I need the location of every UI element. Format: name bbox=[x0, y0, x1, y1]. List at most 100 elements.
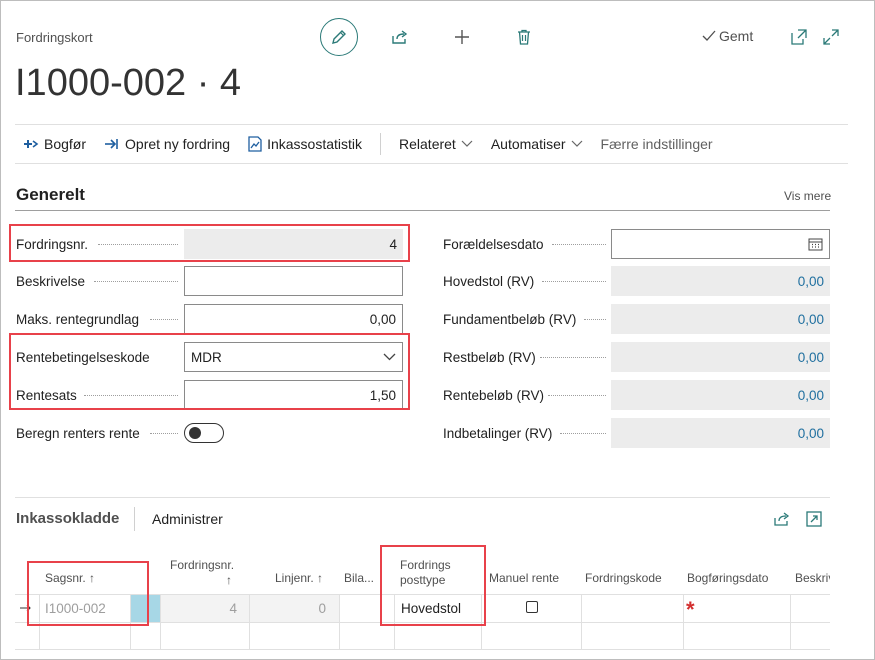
payments-value[interactable]: 0,00 bbox=[611, 418, 830, 448]
limitation-date-row: Forældelsesdato bbox=[443, 229, 544, 259]
edit-button[interactable] bbox=[320, 18, 358, 56]
statistics-icon bbox=[248, 136, 262, 152]
required-marker: * bbox=[686, 597, 695, 622]
arrow-in-icon bbox=[105, 139, 118, 149]
max-interest-base-label: Maks. rentegrundlag bbox=[16, 311, 140, 327]
col-voucher[interactable]: Bila... bbox=[344, 571, 374, 586]
share-icon[interactable] bbox=[773, 510, 791, 528]
fundament-amount-row: Fundamentbeløb (RV) bbox=[443, 304, 576, 334]
delete-button[interactable] bbox=[513, 26, 535, 48]
manual-interest-checkbox[interactable] bbox=[526, 601, 538, 613]
grid-col-line bbox=[481, 594, 482, 650]
new-button[interactable] bbox=[451, 26, 473, 48]
chevron-down-icon bbox=[571, 140, 582, 147]
leader-dots bbox=[84, 395, 178, 396]
limitation-date-input[interactable] bbox=[611, 229, 830, 259]
interest-terms-select[interactable]: MDR bbox=[184, 342, 403, 372]
col-manual-interest[interactable]: Manuel rente bbox=[489, 571, 559, 586]
remaining-amount-label: Restbeløb (RV) bbox=[443, 349, 536, 365]
cell-entry-type[interactable]: Hovedstol bbox=[401, 594, 461, 622]
leader-dots bbox=[552, 244, 606, 245]
subpage-header-divider bbox=[134, 507, 135, 531]
col-claim-no[interactable]: Fordringsnr. bbox=[170, 558, 234, 573]
leader-dots bbox=[150, 433, 178, 434]
statistics-label: Inkassostatistik bbox=[267, 136, 363, 152]
open-new-window-icon[interactable] bbox=[790, 28, 808, 46]
share-button[interactable] bbox=[389, 26, 411, 48]
toolbar-divider bbox=[380, 133, 382, 155]
payments-label: Indbetalinger (RV) bbox=[443, 425, 553, 441]
max-interest-base-row: Maks. rentegrundlag bbox=[16, 304, 139, 334]
leader-dots bbox=[560, 433, 606, 434]
post-label: Bogfør bbox=[44, 136, 87, 152]
related-label: Relateret bbox=[399, 136, 456, 152]
principal-row: Hovedstol (RV) bbox=[443, 266, 534, 296]
page-caption: Fordringskort bbox=[16, 30, 93, 45]
journal-grid: Sagsnr. ↑ Fordringsnr. ↑ Linjenr. ↑ Bila… bbox=[15, 545, 830, 650]
grid-col-line bbox=[394, 594, 395, 650]
cell-case-no[interactable]: I1000-002 bbox=[45, 594, 106, 622]
compound-interest-label: Beregn renters rente bbox=[16, 425, 140, 441]
interest-amount-value[interactable]: 0,00 bbox=[611, 380, 830, 410]
new-claim-action[interactable]: Opret ny fordring bbox=[104, 136, 230, 152]
col-entry-type-line1[interactable]: Fordrings bbox=[400, 558, 451, 573]
related-menu[interactable]: Relateret bbox=[399, 136, 473, 152]
payments-row: Indbetalinger (RV) bbox=[443, 418, 552, 448]
claim-no-label: Fordringsnr. bbox=[16, 236, 89, 252]
current-row-arrow-icon bbox=[20, 604, 31, 612]
col-claim-no-sort-arrow: ↑ bbox=[226, 573, 232, 587]
grid-col-line bbox=[339, 594, 340, 650]
claim-no-row: Fordringsnr. bbox=[16, 229, 88, 259]
claim-no-field: 4 bbox=[184, 229, 403, 259]
max-interest-base-input[interactable]: 0,00 bbox=[184, 304, 403, 334]
subpage-divider bbox=[15, 497, 830, 498]
principal-value[interactable]: 0,00 bbox=[611, 266, 830, 296]
interest-rate-label: Rentesats bbox=[16, 387, 77, 403]
col-description[interactable]: Beskriv bbox=[795, 571, 830, 586]
show-more-link[interactable]: Vis mere bbox=[784, 189, 831, 203]
manage-menu[interactable]: Administrer bbox=[152, 511, 223, 527]
fewer-options-label: Færre indstillinger bbox=[600, 136, 713, 152]
top-actions bbox=[320, 18, 535, 56]
saved-status: Gemt bbox=[702, 28, 753, 44]
share-icon bbox=[392, 30, 408, 44]
col-entry-type-line2: posttype bbox=[400, 573, 446, 587]
calendar-icon[interactable] bbox=[808, 237, 823, 251]
grid-row-line bbox=[15, 649, 830, 650]
saved-label: Gemt bbox=[719, 28, 754, 44]
post-icon bbox=[24, 140, 39, 148]
interest-terms-value: MDR bbox=[191, 349, 222, 365]
description-input[interactable] bbox=[184, 266, 403, 296]
remaining-amount-value[interactable]: 0,00 bbox=[611, 342, 830, 372]
statistics-action[interactable]: Inkassostatistik bbox=[248, 136, 362, 152]
interest-rate-row: Rentesats bbox=[16, 380, 77, 410]
fundament-amount-label: Fundamentbeløb (RV) bbox=[443, 311, 577, 327]
post-action[interactable]: Bogfør bbox=[23, 136, 86, 152]
journal-title: Inkassokladde bbox=[16, 510, 120, 527]
col-case-no[interactable]: Sagsnr. ↑ bbox=[45, 571, 95, 586]
automate-menu[interactable]: Automatiser bbox=[491, 136, 583, 152]
leader-dots bbox=[98, 244, 178, 245]
col-claim-code[interactable]: Fordringskode bbox=[585, 571, 662, 586]
checkmark-icon bbox=[702, 30, 716, 41]
chevron-down-icon bbox=[383, 353, 396, 361]
col-posting-date[interactable]: Bogføringsdato bbox=[687, 571, 768, 586]
interest-terms-row: Rentebetingelseskode bbox=[16, 342, 150, 372]
interest-amount-label: Rentebeløb (RV) bbox=[443, 387, 545, 403]
pencil-icon bbox=[332, 30, 346, 44]
grid-col-line bbox=[683, 594, 684, 650]
interest-rate-input[interactable]: 1,50 bbox=[184, 380, 403, 410]
fundament-amount-value[interactable]: 0,00 bbox=[611, 304, 830, 334]
new-claim-label: Opret ny fordring bbox=[125, 136, 231, 152]
grid-col-line bbox=[39, 594, 40, 650]
expand-icon[interactable] bbox=[822, 28, 840, 46]
plus-icon bbox=[455, 30, 469, 44]
compound-interest-row: Beregn renters rente bbox=[16, 418, 140, 448]
fewer-options-button[interactable]: Færre indstillinger bbox=[601, 136, 713, 152]
compound-interest-toggle[interactable] bbox=[184, 423, 224, 443]
cell-claim-no: 4 bbox=[229, 600, 237, 616]
limitation-date-label: Forældelsesdato bbox=[443, 236, 544, 252]
chevron-down-icon bbox=[461, 140, 473, 147]
expand-subpage-icon[interactable] bbox=[805, 510, 823, 528]
col-line-no[interactable]: Linjenr. ↑ bbox=[275, 571, 323, 586]
